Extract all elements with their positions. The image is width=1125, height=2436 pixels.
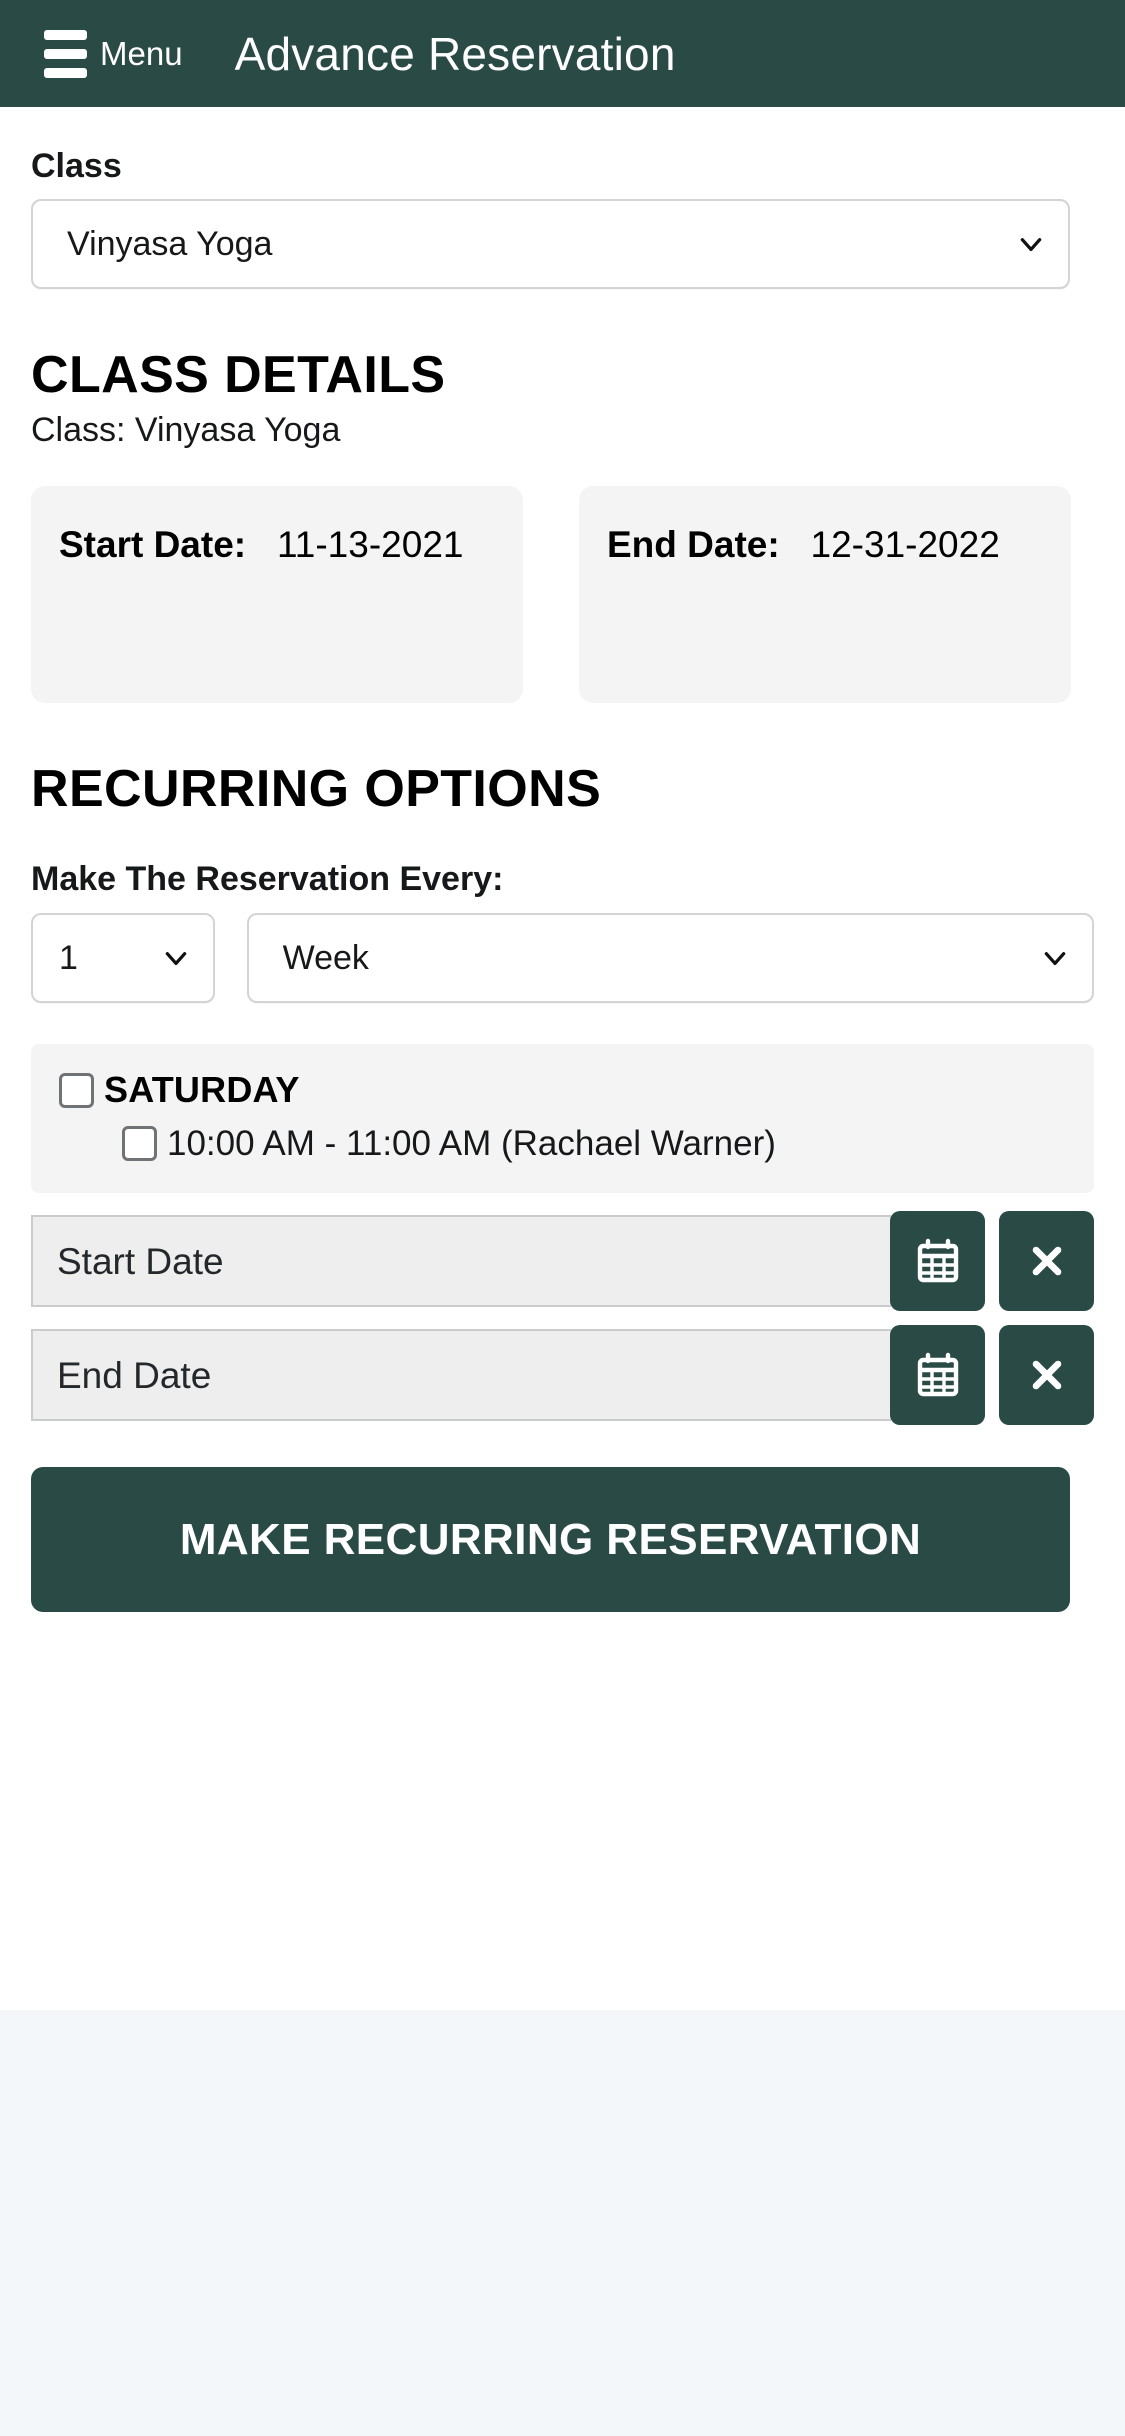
- footer-spacer: [0, 2010, 1125, 2436]
- close-x-icon: [1025, 1239, 1069, 1283]
- menu-label: Menu: [100, 35, 183, 72]
- recurring-end-date-row: End Date: [31, 1325, 1094, 1426]
- day-checkbox-saturday[interactable]: [59, 1072, 94, 1108]
- main-content: Class Vinyasa Yoga CLASS DETAILS Class: …: [0, 107, 1125, 1613]
- class-field-label: Class: [31, 147, 122, 185]
- recurring-end-date-input[interactable]: End Date: [31, 1329, 891, 1422]
- make-recurring-reservation-button[interactable]: MAKE RECURRING RESERVATION: [31, 1467, 1070, 1613]
- end-date-card: End Date: 12-31-2022: [579, 486, 1071, 704]
- class-date-cards: Start Date: 11-13-2021 End Date: 12-31-2…: [31, 486, 1094, 704]
- class-select-value[interactable]: Vinyasa Yoga: [31, 199, 1070, 290]
- hamburger-menu-icon[interactable]: [44, 29, 87, 78]
- end-date-card-value: 12-31-2022: [810, 524, 1000, 566]
- recurring-days-panel: SATURDAY 10:00 AM - 11:00 AM (Rachael Wa…: [31, 1044, 1094, 1194]
- hamburger-bar: [44, 48, 87, 59]
- recurring-start-date-row: Start Date: [31, 1211, 1094, 1312]
- page-title: Advance Reservation: [234, 27, 676, 80]
- close-x-icon: [1025, 1353, 1069, 1397]
- app-root: Menu Advance Reservation Class Vinyasa Y…: [0, 0, 1125, 2436]
- class-select[interactable]: Vinyasa Yoga: [31, 199, 1070, 290]
- start-date-card: Start Date: 11-13-2021: [31, 486, 523, 704]
- menu-toggle-button[interactable]: Menu: [44, 29, 183, 78]
- end-date-card-label: End Date:: [607, 524, 780, 566]
- time-slot-row[interactable]: 10:00 AM - 11:00 AM (Rachael Warner): [59, 1124, 1066, 1164]
- recurring-interval-select[interactable]: 1: [31, 913, 215, 1004]
- recurring-every-label: Make The Reservation Every:: [31, 860, 504, 899]
- recurring-interval-value[interactable]: 1: [31, 913, 215, 1004]
- day-label-saturday: SATURDAY: [104, 1069, 300, 1111]
- recurring-start-date-input[interactable]: Start Date: [31, 1215, 891, 1308]
- app-header: Menu Advance Reservation: [0, 0, 1125, 107]
- recurring-start-date-calendar-button[interactable]: [890, 1211, 985, 1312]
- recurring-unit-select[interactable]: Week: [246, 913, 1094, 1004]
- class-details-class-line: Class: Vinyasa Yoga: [31, 411, 341, 450]
- time-slot-checkbox[interactable]: [122, 1126, 157, 1162]
- calendar-icon: [914, 1351, 962, 1399]
- recurring-unit-value[interactable]: Week: [246, 913, 1094, 1004]
- class-details-heading: CLASS DETAILS: [31, 346, 446, 405]
- recurring-interval-row: 1 Week: [31, 913, 1094, 1004]
- hamburger-bar: [44, 29, 87, 40]
- recurring-end-date-calendar-button[interactable]: [890, 1325, 985, 1426]
- start-date-card-label: Start Date:: [59, 524, 247, 566]
- recurring-start-date-clear-button[interactable]: [999, 1211, 1094, 1312]
- day-row-saturday[interactable]: SATURDAY: [59, 1072, 1066, 1108]
- hamburger-bar: [44, 67, 87, 78]
- start-date-card-value: 11-13-2021: [276, 524, 464, 566]
- recurring-end-date-clear-button[interactable]: [999, 1325, 1094, 1426]
- time-slot-label: 10:00 AM - 11:00 AM (Rachael Warner): [167, 1124, 776, 1164]
- recurring-options-heading: RECURRING OPTIONS: [31, 760, 602, 819]
- calendar-icon: [914, 1237, 962, 1285]
